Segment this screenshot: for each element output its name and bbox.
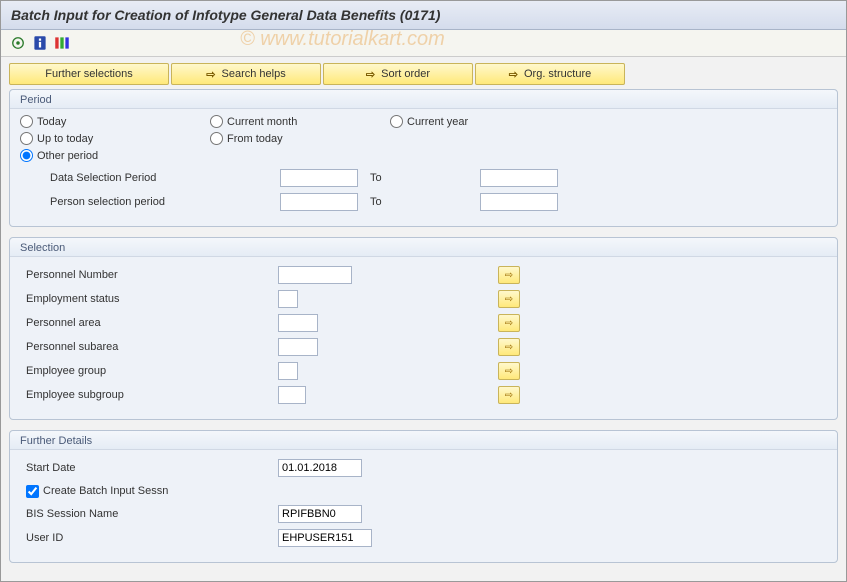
start-date-input[interactable] — [278, 459, 362, 477]
radio-input[interactable] — [20, 132, 33, 145]
further-details-group: Further Details Start Date Create Batch … — [9, 430, 838, 563]
multiple-selection-button[interactable]: ⇨ — [498, 266, 520, 284]
button-label: Org. structure — [524, 68, 591, 80]
arrow-right-icon: ⇨ — [505, 342, 513, 353]
period-group: Period Today Current month Current year … — [9, 89, 838, 227]
radio-label: Today — [37, 116, 66, 128]
employee-group-label: Employee group — [20, 365, 278, 377]
employee-subgroup-input[interactable] — [278, 386, 306, 404]
create-batch-input-label: Create Batch Input Sessn — [43, 485, 168, 497]
person-selection-period-label: Person selection period — [20, 196, 280, 208]
multiple-selection-button[interactable]: ⇨ — [498, 362, 520, 380]
to-label: To — [370, 172, 480, 184]
radio-from-today[interactable]: From today — [210, 132, 390, 145]
personnel-number-label: Personnel Number — [20, 269, 278, 281]
info-icon[interactable] — [31, 34, 49, 52]
further-selections-button[interactable]: Further selections — [9, 63, 169, 85]
radio-input[interactable] — [210, 115, 223, 128]
arrow-right-icon: ⇨ — [505, 294, 513, 305]
button-label: Sort order — [381, 68, 430, 80]
selection-group: Selection Personnel Number ⇨ Employment … — [9, 237, 838, 420]
arrow-right-icon: ⇨ — [505, 318, 513, 329]
org-structure-button[interactable]: ⇨ Org. structure — [475, 63, 625, 85]
multiple-selection-button[interactable]: ⇨ — [498, 386, 520, 404]
arrow-right-icon: ⇨ — [505, 366, 513, 377]
arrow-right-icon: ⇨ — [509, 68, 518, 81]
radio-label: Other period — [37, 150, 98, 162]
to-label: To — [370, 196, 480, 208]
personnel-area-label: Personnel area — [20, 317, 278, 329]
employment-status-label: Employment status — [20, 293, 278, 305]
selection-toolbar: Further selections ⇨ Search helps ⇨ Sort… — [9, 63, 838, 85]
group-title: Selection — [10, 238, 837, 257]
app-toolbar — [1, 30, 846, 57]
variant-icon[interactable] — [53, 34, 71, 52]
search-helps-button[interactable]: ⇨ Search helps — [171, 63, 321, 85]
radio-other-period[interactable]: Other period — [20, 149, 210, 162]
radio-label: Current year — [407, 116, 468, 128]
arrow-right-icon: ⇨ — [505, 270, 513, 281]
create-batch-input-checkbox[interactable] — [26, 485, 39, 498]
execute-icon[interactable] — [9, 34, 27, 52]
personnel-area-input[interactable] — [278, 314, 318, 332]
data-selection-to-input[interactable] — [480, 169, 558, 187]
button-label: Further selections — [45, 68, 132, 80]
sort-order-button[interactable]: ⇨ Sort order — [323, 63, 473, 85]
multiple-selection-button[interactable]: ⇨ — [498, 338, 520, 356]
button-label: Search helps — [222, 68, 286, 80]
group-title: Further Details — [10, 431, 837, 450]
arrow-right-icon: ⇨ — [505, 390, 513, 401]
employment-status-input[interactable] — [278, 290, 298, 308]
arrow-right-icon: ⇨ — [366, 68, 375, 81]
user-id-label: User ID — [20, 532, 274, 544]
radio-input[interactable] — [20, 115, 33, 128]
person-selection-to-input[interactable] — [480, 193, 558, 211]
personnel-number-input[interactable] — [278, 266, 352, 284]
person-selection-from-input[interactable] — [280, 193, 358, 211]
radio-today[interactable]: Today — [20, 115, 210, 128]
bis-session-name-label: BIS Session Name — [20, 508, 274, 520]
radio-input[interactable] — [390, 115, 403, 128]
group-title: Period — [10, 90, 837, 109]
multiple-selection-button[interactable]: ⇨ — [498, 290, 520, 308]
radio-label: Current month — [227, 116, 297, 128]
start-date-label: Start Date — [20, 462, 274, 474]
radio-label: From today — [227, 133, 283, 145]
employee-group-input[interactable] — [278, 362, 298, 380]
data-selection-from-input[interactable] — [280, 169, 358, 187]
employee-subgroup-label: Employee subgroup — [20, 389, 278, 401]
radio-input[interactable] — [20, 149, 33, 162]
radio-input[interactable] — [210, 132, 223, 145]
bis-session-name-input[interactable] — [278, 505, 362, 523]
data-selection-period-label: Data Selection Period — [20, 172, 280, 184]
radio-current-month[interactable]: Current month — [210, 115, 390, 128]
page-title: Batch Input for Creation of Infotype Gen… — [1, 1, 846, 30]
radio-current-year[interactable]: Current year — [390, 115, 570, 128]
multiple-selection-button[interactable]: ⇨ — [498, 314, 520, 332]
radio-up-to-today[interactable]: Up to today — [20, 132, 210, 145]
personnel-subarea-input[interactable] — [278, 338, 318, 356]
user-id-input[interactable] — [278, 529, 372, 547]
personnel-subarea-label: Personnel subarea — [20, 341, 278, 353]
arrow-right-icon: ⇨ — [206, 68, 215, 81]
radio-label: Up to today — [37, 133, 93, 145]
